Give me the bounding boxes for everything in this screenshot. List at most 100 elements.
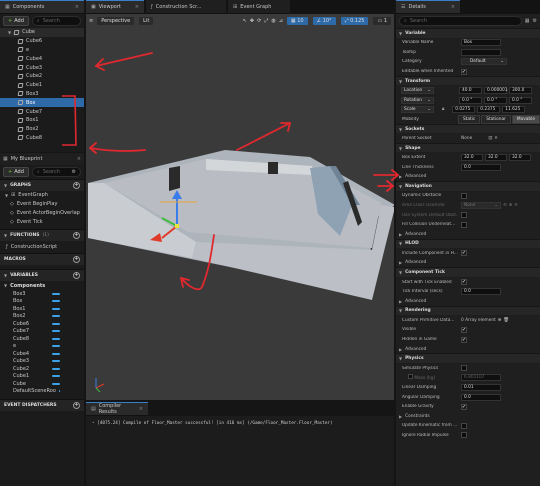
- add-function-icon[interactable]: +: [73, 232, 80, 240]
- shape-section[interactable]: ▼ Shape: [396, 142, 540, 153]
- close-icon[interactable]: ×: [129, 4, 139, 10]
- component-item[interactable]: Cube2: [0, 72, 84, 81]
- scale-component-input[interactable]: 11.625: [502, 106, 526, 114]
- gear-icon[interactable]: ⚙: [72, 169, 76, 175]
- enable-gravity-checkbox[interactable]: ✓: [461, 403, 467, 410]
- close-icon[interactable]: ×: [71, 156, 81, 162]
- editable-checkbox[interactable]: ✓: [461, 68, 467, 75]
- components-tab[interactable]: ▦ Components ×: [0, 0, 84, 14]
- fill-collision-checkbox[interactable]: [461, 221, 467, 228]
- mass-override-checkbox[interactable]: [408, 374, 413, 380]
- box_extent-component-input[interactable]: 32.0: [485, 154, 507, 162]
- details-search-input[interactable]: ⌕ Search: [399, 16, 522, 26]
- component-tick-section[interactable]: ▼ Component Tick: [396, 267, 540, 277]
- component-item[interactable]: Cube1: [0, 81, 84, 90]
- variable-item[interactable]: Box: [0, 297, 84, 305]
- browse-icon[interactable]: ⟲: [503, 203, 507, 208]
- add-icon[interactable]: ⊕: [498, 318, 502, 323]
- location-component-input[interactable]: 40.0: [459, 87, 482, 95]
- rotation-select[interactable]: Rotation ⌄: [401, 96, 434, 104]
- variable-item[interactable]: Cube: [0, 380, 84, 388]
- variable-item[interactable]: Cube4: [0, 350, 84, 358]
- shape-advanced-row[interactable]: ▶ Advanced: [396, 171, 540, 182]
- tab-event-graph[interactable]: ⊞ Event Graph: [228, 0, 290, 14]
- component-item[interactable]: Cube6: [0, 37, 84, 46]
- ignore-radial-checkbox[interactable]: [461, 432, 467, 439]
- location-select[interactable]: Location ⌄: [401, 87, 434, 95]
- mobility-option[interactable]: Static: [457, 114, 481, 124]
- component-item[interactable]: e: [0, 46, 84, 55]
- clear-icon[interactable]: ✕: [494, 136, 498, 141]
- component-root[interactable]: ▼ Cube: [0, 28, 84, 37]
- add-blueprint-item-button[interactable]: + Add: [3, 167, 29, 177]
- add-icon[interactable]: ⊕: [509, 203, 513, 208]
- box_extent-component-input[interactable]: 32.0: [509, 154, 531, 162]
- navigation-section[interactable]: ▼ Navigation: [396, 181, 540, 191]
- rotation-component-input[interactable]: 0.0 °: [459, 96, 482, 104]
- viewport[interactable]: ≡ Perspective Lit ↖ ✥ ⟳ ⤢ ◍ ⊿ ▦ 10 ∠ 10°…: [86, 14, 394, 400]
- variable-item[interactable]: Box2: [0, 312, 84, 320]
- component-item[interactable]: Cube4: [0, 54, 84, 63]
- variable-item[interactable]: Box1: [0, 305, 84, 313]
- component-item[interactable]: Cube3: [0, 63, 84, 72]
- simulate-physics-checkbox[interactable]: [461, 365, 467, 372]
- event-item[interactable]: ◇ Event BeginPlay: [0, 200, 84, 209]
- tooltip-input[interactable]: [461, 48, 501, 56]
- event-graph-item[interactable]: ▼ ⊞ EventGraph: [0, 191, 84, 200]
- variable-item[interactable]: e: [0, 342, 84, 350]
- add-graph-icon[interactable]: +: [73, 182, 80, 189]
- blueprint-tab-label[interactable]: My Blueprint: [11, 156, 43, 162]
- visible-checkbox[interactable]: ✓: [461, 326, 467, 333]
- variable-item[interactable]: Cube7: [0, 327, 84, 335]
- hlod-advanced-row[interactable]: ▶ Advanced: [396, 257, 540, 268]
- event-item[interactable]: ◇ Event ActorBeginOverlap: [0, 209, 84, 218]
- gear-icon[interactable]: ⚙: [533, 18, 537, 24]
- close-icon[interactable]: ×: [69, 4, 79, 10]
- variable-item[interactable]: DefaultSceneRoo: [0, 387, 84, 395]
- add-dispatcher-icon[interactable]: +: [73, 401, 80, 409]
- variable-item[interactable]: Cube2: [0, 365, 84, 373]
- scale-component-input[interactable]: 0.2375: [477, 106, 501, 114]
- variable-item[interactable]: Cube1: [0, 372, 84, 380]
- event-item[interactable]: ◇ Event Tick: [0, 217, 84, 226]
- location-component-input[interactable]: 0.000001: [484, 87, 508, 95]
- close-icon[interactable]: ×: [445, 4, 455, 10]
- variable-item[interactable]: Cube3: [0, 357, 84, 365]
- line-thickness-input[interactable]: 0.0: [461, 163, 501, 171]
- variable-item[interactable]: Cube6: [0, 320, 84, 328]
- sockets-section[interactable]: ▼ Sockets: [396, 123, 540, 134]
- mobility-option[interactable]: Stationar: [481, 114, 511, 124]
- angular-damping-input[interactable]: 0.0: [461, 393, 501, 401]
- macros-section[interactable]: MACROS +: [0, 253, 84, 266]
- hlod-section[interactable]: ▼ HLOD: [396, 238, 540, 249]
- tab-viewport[interactable]: ▣ Viewport ×: [86, 0, 144, 14]
- blueprint-search-input[interactable]: ⌕ Search ⚙: [31, 167, 81, 177]
- variable-name-input[interactable]: Box: [461, 39, 501, 47]
- tab-details[interactable]: ☰ Details ×: [396, 0, 460, 14]
- add-macro-icon[interactable]: +: [73, 256, 80, 264]
- include-hlod-checkbox[interactable]: ✓: [461, 250, 467, 257]
- hidden-checkbox[interactable]: ✓: [461, 336, 467, 343]
- variables-section[interactable]: ▼ VARIABLES +: [0, 269, 84, 282]
- physics-section[interactable]: ▼ Physics: [396, 353, 540, 363]
- add-variable-icon[interactable]: +: [73, 272, 80, 280]
- variable-item[interactable]: Box3: [0, 290, 84, 298]
- category-select[interactable]: Default ⌄: [461, 58, 507, 66]
- tick-interval-input[interactable]: 0.0: [461, 288, 501, 296]
- graphs-section[interactable]: ▼ GRAPHS +: [0, 179, 84, 191]
- location-component-input[interactable]: 300.0: [509, 87, 532, 95]
- variable-section[interactable]: ▼ Variable: [396, 28, 540, 38]
- dynamic-obstacle-checkbox[interactable]: [461, 192, 467, 199]
- components-search-input[interactable]: ⌕ Search: [31, 16, 81, 26]
- rendering-advanced-row[interactable]: ▶ Advanced: [396, 343, 540, 354]
- function-item[interactable]: ƒ ConstructionScript: [0, 241, 84, 253]
- rendering-section[interactable]: ▼ Rendering: [396, 305, 540, 316]
- scale-component-input[interactable]: 0.0275: [452, 106, 476, 114]
- mass-input[interactable]: 6.801107: [461, 374, 501, 382]
- box_extent-component-input[interactable]: 32.0: [461, 154, 483, 162]
- scale-select[interactable]: Scale ⌄: [401, 106, 434, 114]
- use-system-default-checkbox[interactable]: [461, 212, 467, 219]
- clear-icon[interactable]: ✕: [514, 203, 518, 208]
- update-kinematic-checkbox[interactable]: [461, 422, 467, 429]
- linear-damping-input[interactable]: 0.01: [461, 383, 501, 391]
